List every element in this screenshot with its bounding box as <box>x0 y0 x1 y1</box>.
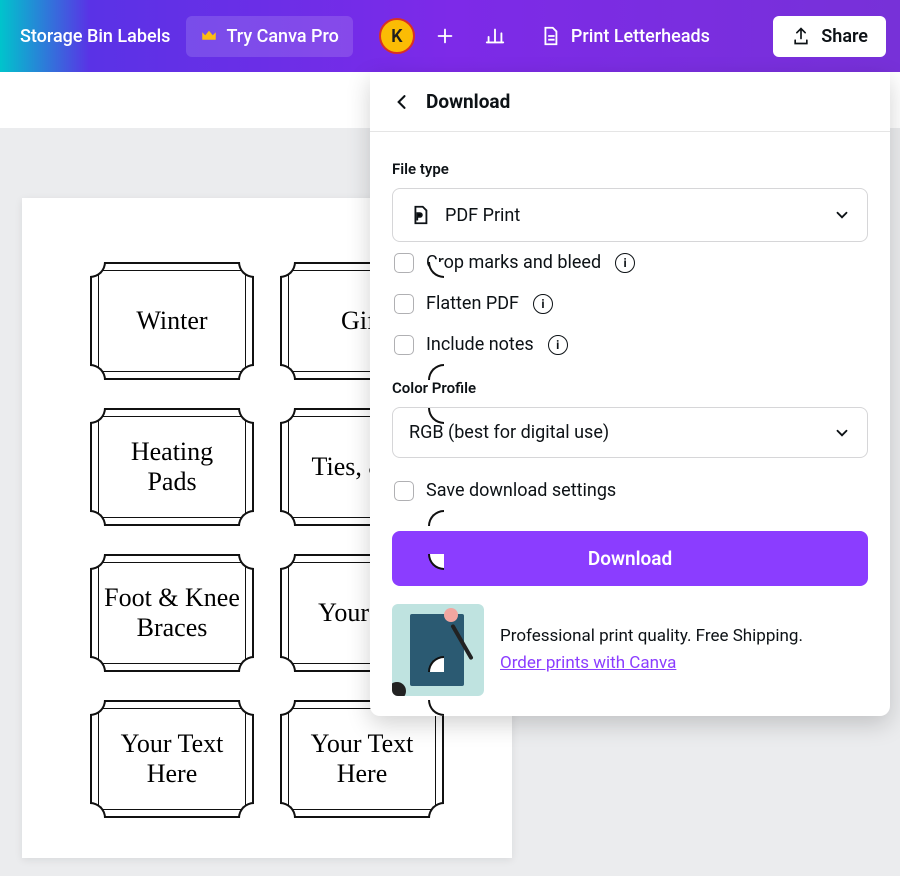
info-icon[interactable]: i <box>533 294 553 314</box>
document-title[interactable]: Storage Bin Labels <box>14 18 176 55</box>
bin-label[interactable]: Foot & Knee Braces <box>90 554 254 672</box>
panel-header: Download <box>370 72 890 132</box>
file-type-label: File type <box>392 160 868 178</box>
bin-label-text: Heating Pads <box>104 437 240 497</box>
download-panel: Download File type PDF Print Crop marks … <box>370 72 890 716</box>
share-label: Share <box>821 26 868 47</box>
bin-label[interactable]: Winter <box>90 262 254 380</box>
crown-icon <box>200 27 218 45</box>
chevron-down-icon <box>833 206 851 224</box>
document-icon <box>539 24 561 48</box>
panel-body: File type PDF Print Crop marks and bleed… <box>370 132 890 716</box>
share-button[interactable]: Share <box>773 16 886 57</box>
color-profile-select[interactable]: RGB (best for digital use) <box>392 407 868 458</box>
file-type-value: PDF Print <box>445 205 520 226</box>
checkbox[interactable] <box>394 253 414 273</box>
order-prints-link[interactable]: Order prints with Canva <box>500 653 676 673</box>
try-canva-pro-button[interactable]: Try Canva Pro <box>186 16 352 57</box>
save-settings-row[interactable]: Save download settings <box>392 470 868 511</box>
upload-icon <box>791 26 811 46</box>
download-button-label: Download <box>588 547 672 570</box>
add-button[interactable] <box>425 16 465 56</box>
bin-label[interactable]: Your Text Here <box>280 700 444 818</box>
checkbox[interactable] <box>394 481 414 501</box>
analytics-button[interactable] <box>475 16 515 56</box>
print-label: Print Letterheads <box>571 26 710 47</box>
color-profile-value: RGB (best for digital use) <box>409 422 609 443</box>
crop-marks-label: Crop marks and bleed <box>426 252 601 273</box>
panel-title: Download <box>426 90 510 113</box>
checkbox[interactable] <box>394 335 414 355</box>
bin-label[interactable]: Heating Pads <box>90 408 254 526</box>
chevron-down-icon <box>833 424 851 442</box>
bin-label-text: Foot & Knee Braces <box>104 583 240 643</box>
plus-icon <box>434 25 456 47</box>
bar-chart-icon <box>484 25 506 47</box>
checkbox[interactable] <box>394 294 414 314</box>
info-icon[interactable]: i <box>615 253 635 273</box>
print-promo: Professional print quality. Free Shippin… <box>392 604 868 696</box>
bin-label-text: Winter <box>136 306 207 336</box>
include-notes-label: Include notes <box>426 334 534 355</box>
back-button[interactable] <box>392 92 412 112</box>
include-notes-row[interactable]: Include notes i <box>392 324 868 365</box>
flatten-label: Flatten PDF <box>426 293 519 314</box>
promo-thumbnail <box>392 604 484 696</box>
avatar-initial: K <box>391 26 402 47</box>
print-letterheads-button[interactable]: Print Letterheads <box>525 14 724 58</box>
file-type-select[interactable]: PDF Print <box>392 188 868 242</box>
try-pro-label: Try Canva Pro <box>226 26 338 47</box>
flatten-pdf-row[interactable]: Flatten PDF i <box>392 283 868 324</box>
pdf-icon <box>409 203 431 227</box>
crop-marks-row[interactable]: Crop marks and bleed i <box>392 242 868 283</box>
top-bar: Storage Bin Labels Try Canva Pro K Print… <box>0 0 900 72</box>
bin-label-text: Your Text Here <box>104 729 240 789</box>
color-profile-label: Color Profile <box>392 379 868 397</box>
info-icon[interactable]: i <box>548 335 568 355</box>
avatar[interactable]: K <box>379 18 415 54</box>
promo-line: Professional print quality. Free Shippin… <box>500 623 803 650</box>
save-settings-label: Save download settings <box>426 480 616 501</box>
download-button[interactable]: Download <box>392 531 868 586</box>
bin-label-text: Your Text Here <box>294 729 430 789</box>
bin-label[interactable]: Your Text Here <box>90 700 254 818</box>
